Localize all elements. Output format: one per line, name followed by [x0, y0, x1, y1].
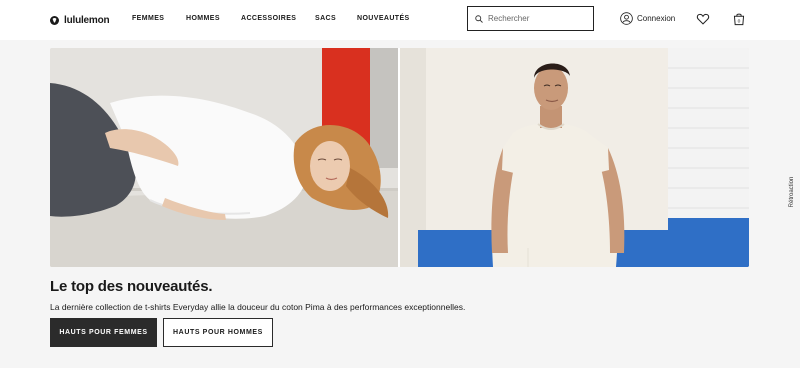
shop-women-tops-button[interactable]: HAUTS POUR FEMMES [50, 318, 157, 347]
shopping-bag-button[interactable]: 0 [732, 12, 746, 26]
account-link[interactable]: Connexion [620, 12, 675, 25]
hero-divider [398, 48, 400, 267]
nav-item-sacs[interactable]: SACS [315, 15, 336, 22]
site-header: lululemon FEMMES HOMMES ACCESSOIRES SACS… [0, 0, 800, 40]
nav-item-nouveautes[interactable]: NOUVEAUTÉS [357, 15, 410, 22]
brand-name: lululemon [64, 14, 110, 26]
hero-banner[interactable] [50, 48, 749, 267]
lululemon-logo[interactable]: lululemon [50, 13, 110, 27]
search-box[interactable] [467, 6, 594, 31]
feedback-tab[interactable]: Rétroaction [786, 175, 796, 211]
hero-image-women [50, 48, 398, 267]
woman-lying-photo [50, 48, 398, 267]
wishlist-button[interactable] [696, 12, 710, 26]
account-label: Connexion [637, 14, 676, 23]
feedback-label: Rétroaction [789, 176, 795, 208]
hero-title: Le top des nouveautés. [50, 278, 213, 295]
search-input[interactable] [488, 14, 588, 23]
hero-subtitle: La dernière collection de t-shirts Every… [50, 302, 466, 312]
search-icon [475, 14, 483, 23]
nav-item-hommes[interactable]: HOMMES [186, 15, 220, 22]
user-circle-icon [620, 12, 633, 25]
bag-count: 0 [738, 19, 741, 25]
man-standing-photo [398, 48, 749, 267]
heart-icon [696, 13, 710, 25]
hero-image-men [398, 48, 749, 267]
nav-item-accessoires[interactable]: ACCESSOIRES [241, 15, 296, 22]
shop-men-tops-button[interactable]: HAUTS POUR HOMMES [163, 318, 273, 347]
nav-item-femmes[interactable]: FEMMES [132, 15, 164, 22]
shopping-bag-icon: 0 [733, 13, 745, 26]
lululemon-logo-icon [50, 15, 59, 25]
